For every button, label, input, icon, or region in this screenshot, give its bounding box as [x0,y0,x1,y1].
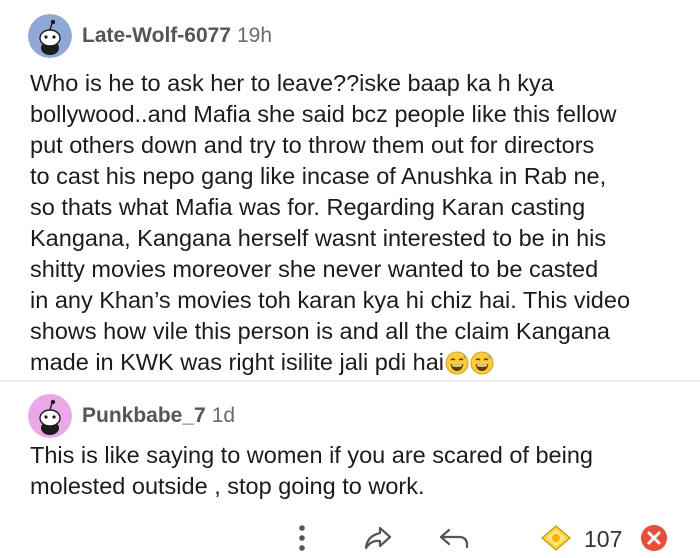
award-button[interactable] [538,522,574,554]
comment-line: Kangana, Kangana herself wasnt intereste… [30,225,607,251]
snoo-avatar-icon [28,14,72,58]
avatar[interactable] [28,14,72,58]
comment-line: Who is he to ask her to leave??iske baap… [30,70,554,96]
share-button[interactable] [360,522,396,554]
comment-line-last: made in KWK was right isilite jali pdi h… [30,347,680,383]
comment-body: Who is he to ask her to leave??iske baap… [30,68,680,383]
comment-age: 1d [211,404,236,427]
downvote-icon [641,525,667,551]
avatar[interactable] [28,394,72,438]
grinning-sweat-emoji [445,351,469,383]
comment-age: 19h [236,24,273,47]
comment-line: This is like saying to women if you are … [30,442,593,468]
comment-meta: Punkbabe_7 1d [82,403,235,429]
comment-line-text: made in KWK was right isilite jali pdi h… [30,349,445,375]
comment-late-wolf: Late-Wolf-6077 19h Who is he to ask her t… [0,0,700,380]
username[interactable]: Late-Wolf-6077 [82,24,231,47]
comment-punkbabe: Punkbabe_7 1d This is like saying to wome… [0,382,700,558]
vote-count: 107 [584,526,623,552]
username[interactable]: Punkbabe_7 [82,404,206,427]
comment-line: molested outside , stop going to work. [30,473,425,499]
award-icon [541,525,571,551]
comment-meta: Late-Wolf-6077 19h [82,23,272,49]
comment-line: to cast his nepo gang like incase of Anu… [30,163,607,189]
comment-line: so thats what Mafia was for. Regarding K… [30,194,586,220]
comment-line: bollywood..and Mafia she said bcz people… [30,101,617,127]
comment-body: This is like saying to women if you are … [30,440,680,502]
comment-action-bar: 107 [0,522,700,558]
downvote-button[interactable] [639,522,669,554]
comment-line: shows how vile this person is and all th… [30,318,610,344]
comment-line: in any Khan’s movies toh karan kya hi ch… [30,287,631,313]
grinning-sweat-emoji [470,351,494,383]
share-icon [364,526,392,550]
snoo-avatar-icon [28,394,72,438]
comment-line: put others down and try to throw them ou… [30,132,595,158]
comment-line: shitty movies moreover she never wanted … [30,256,599,282]
more-options-icon [299,525,305,551]
reply-icon [439,528,469,549]
reply-button[interactable] [434,522,474,554]
more-options-button[interactable] [290,522,314,554]
